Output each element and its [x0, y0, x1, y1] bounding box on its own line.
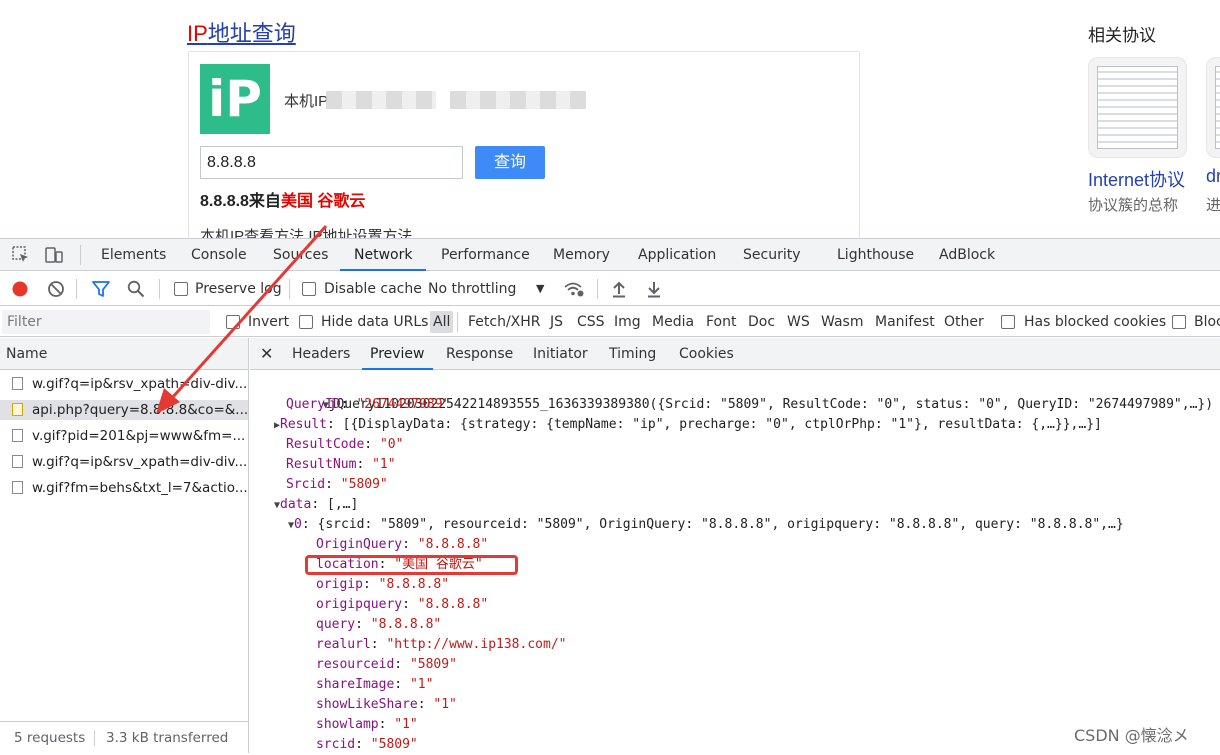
- annotation-arrow: [156, 224, 328, 414]
- location-highlight-box: [305, 555, 518, 575]
- csdn-watermark: CSDN @懐淰メ: [1074, 726, 1189, 745]
